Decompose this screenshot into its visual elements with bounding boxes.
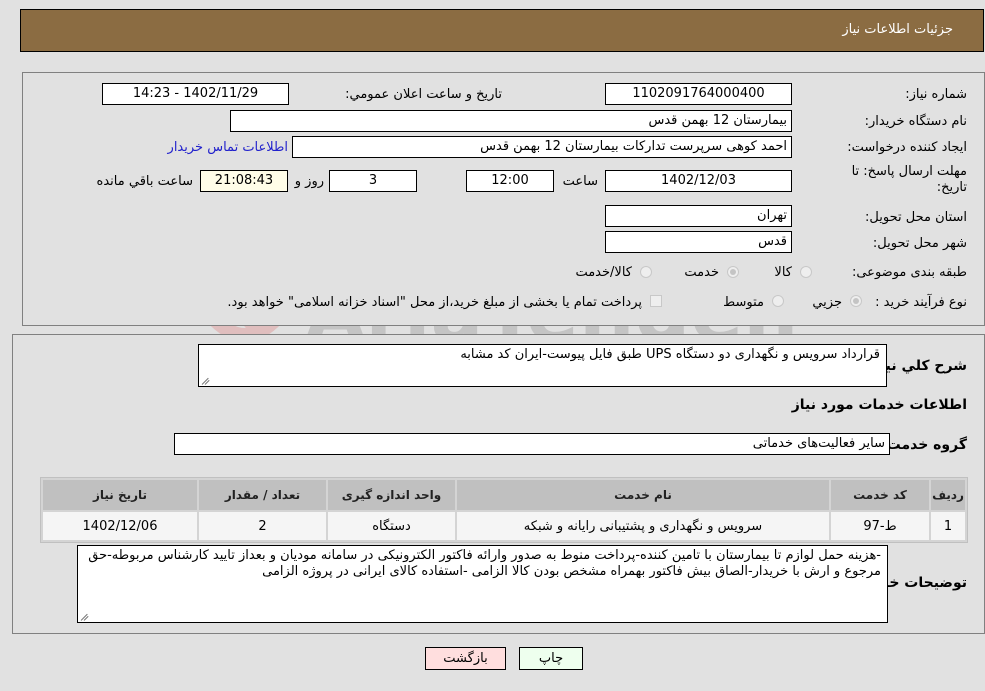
announce-label: تاریخ و ساعت اعلان عمومي: — [345, 87, 502, 102]
col-header-unit: واحد اندازه گیری — [328, 480, 455, 510]
print-button[interactable]: چاپ — [519, 647, 583, 670]
category-option-goods-service: کالا/خدمت — [575, 265, 632, 280]
need-details-panel: شرح کلي نیاز: قرارداد سرویس و نگهداری دو… — [12, 334, 985, 634]
process-option-medium: متوسط — [723, 295, 764, 310]
requester-field: احمد کوهی سرپرست تدارکات بیمارستان 12 به… — [292, 136, 792, 158]
buyer-notes-text: -هزینه حمل لوازم تا بیمارستان با تامین ک… — [88, 548, 881, 579]
cell-service-name: سرویس و نگهداری و پشتیبانی رایانه و شبکه — [457, 512, 829, 540]
col-header-service-name: نام خدمت — [457, 480, 829, 510]
announce-datetime-field: 1402/11/29 - 14:23 — [102, 83, 289, 105]
deadline-label: مهلت ارسال پاسخ: تا تاریخ: — [851, 164, 967, 195]
category-label: طبقه بندی موضوعی: — [851, 265, 967, 280]
need-number-field: 1102091764000400 — [605, 83, 792, 105]
cell-row-number: 1 — [931, 512, 965, 540]
province-label: استان محل تحویل: — [865, 210, 967, 225]
cell-service-code: ط-97 — [831, 512, 929, 540]
col-header-service-code: کد خدمت — [831, 480, 929, 510]
category-radio-service[interactable] — [727, 266, 739, 278]
deadline-time-field: 12:00 — [466, 170, 554, 192]
buyer-contact-link[interactable]: اطلاعات تماس خریدار — [168, 140, 288, 155]
treasury-checkbox[interactable] — [650, 295, 662, 307]
remaining-label: ساعت باقي مانده — [96, 174, 193, 189]
summary-text: قرارداد سرویس و نگهداری دو دستگاه UPS طب… — [460, 347, 880, 362]
remaining-time-field: 21:08:43 — [200, 170, 288, 192]
process-label: نوع فرآیند خرید : — [875, 295, 967, 310]
table-row: 1 ط-97 سرویس و نگهداری و پشتیبانی رایانه… — [43, 512, 965, 540]
city-label: شهر محل تحویل: — [872, 236, 967, 251]
cell-need-date: 1402/12/06 — [43, 512, 197, 540]
cell-quantity: 2 — [199, 512, 326, 540]
category-radio-goods-service[interactable] — [640, 266, 652, 278]
process-radio-medium[interactable] — [772, 295, 784, 307]
deadline-time-label: ساعت — [562, 174, 598, 189]
requester-label: ایجاد کننده درخواست: — [847, 140, 967, 155]
resize-grip-icon[interactable] — [80, 611, 90, 621]
col-header-need-date: تاریخ نیاز — [43, 480, 197, 510]
deadline-date-field: 1402/12/03 — [605, 170, 792, 192]
days-label: روز و — [294, 174, 324, 189]
need-info-panel: شماره نیاز: 1102091764000400 تاریخ و ساع… — [22, 72, 985, 326]
back-button[interactable]: بازگشت — [425, 647, 506, 670]
city-field: قدس — [605, 231, 792, 253]
col-header-quantity: تعداد / مقدار — [199, 480, 326, 510]
resize-grip-icon[interactable] — [201, 375, 211, 385]
need-number-label: شماره نیاز: — [905, 87, 967, 102]
services-table: ردیف کد خدمت نام خدمت واحد اندازه گیری ت… — [40, 477, 968, 543]
service-group-field: سایر فعالیت‌های خدماتی — [174, 433, 890, 455]
page-header: جزئیات اطلاعات نیاز — [20, 9, 984, 52]
category-option-service: خدمت — [684, 265, 719, 280]
service-group-label: گروه خدمت: — [881, 437, 967, 453]
category-radio-goods[interactable] — [800, 266, 812, 278]
province-field: تهران — [605, 205, 792, 227]
buyer-org-label: نام دستگاه خریدار: — [864, 114, 967, 129]
process-option-minor: جزيي — [812, 295, 842, 310]
page-title: جزئیات اطلاعات نیاز — [842, 22, 953, 37]
cell-unit: دستگاه — [328, 512, 455, 540]
buyer-notes-textarea[interactable]: -هزینه حمل لوازم تا بیمارستان با تامین ک… — [77, 545, 888, 623]
services-section-title: اطلاعات خدمات مورد نیاز — [791, 397, 967, 413]
category-option-goods: کالا — [774, 265, 792, 280]
col-header-row-number: ردیف — [931, 480, 965, 510]
treasury-note: پرداخت تمام یا بخشی از مبلغ خرید،از محل … — [227, 295, 642, 310]
summary-textarea[interactable]: قرارداد سرویس و نگهداری دو دستگاه UPS طب… — [198, 344, 887, 387]
process-radio-minor[interactable] — [850, 295, 862, 307]
remaining-days-field: 3 — [329, 170, 417, 192]
table-header-row: ردیف کد خدمت نام خدمت واحد اندازه گیری ت… — [43, 480, 965, 510]
buyer-org-field: بیمارستان 12 بهمن قدس — [230, 110, 792, 132]
